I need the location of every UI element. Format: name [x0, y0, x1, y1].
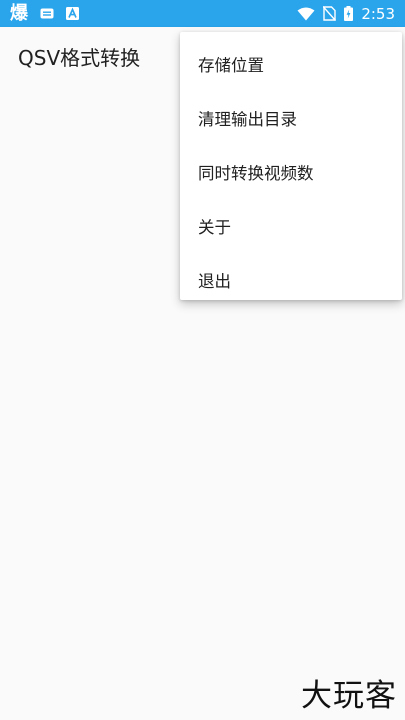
menu-item-concurrent-conversions[interactable]: 同时转换视频数 — [180, 145, 402, 199]
menu-item-clear-output-directory[interactable]: 清理输出目录 — [180, 91, 402, 145]
no-sim-icon — [323, 6, 337, 21]
status-clock: 2:53 — [361, 4, 395, 23]
a-box-notification-icon — [66, 7, 79, 20]
status-bar-left: 爆 — [10, 3, 91, 24]
status-bar: 爆 2:53 — [0, 0, 405, 27]
menu-item-exit[interactable]: 退出 — [180, 253, 402, 307]
status-bar-right: 2:53 — [289, 3, 395, 24]
app-title: QSV格式转换 — [18, 46, 141, 70]
watermark-logo: 大玩客 — [301, 678, 397, 714]
menu-item-about[interactable]: 关于 — [180, 199, 402, 253]
overflow-menu: 存储位置 清理输出目录 同时转换视频数 关于 退出 — [180, 32, 402, 300]
menu-item-storage-location[interactable]: 存储位置 — [180, 37, 402, 91]
app-notification-icon: 爆 — [10, 2, 28, 24]
battery-charging-icon — [344, 6, 354, 21]
wifi-icon — [297, 7, 315, 21]
message-notification-icon — [40, 8, 54, 20]
